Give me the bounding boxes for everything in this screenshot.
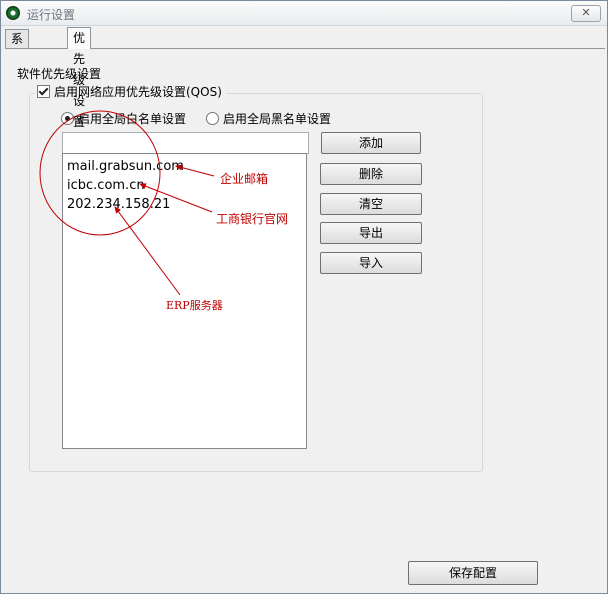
blacklist-radio-row[interactable]: 启用全局黑名单设置 (206, 110, 331, 127)
list-item[interactable]: mail.grabsun.com (67, 159, 184, 174)
annotation-mail: 企业邮箱 (220, 172, 269, 186)
whitelist-radio-label: 启用全局白名单设置 (78, 112, 187, 126)
tab-priority-settings[interactable]: 优先级设置 (67, 27, 92, 129)
export-button[interactable]: 导出 (320, 222, 422, 244)
settings-window: 运行设置 ✕ 系统设置 优先级设置 软件优先级设置 启用网络应用优先级设置(QO… (0, 0, 608, 594)
priority-settings-panel: 软件优先级设置 启用网络应用优先级设置(QOS) 启用全局白名单设置 启用全局黑… (5, 48, 605, 590)
section-label: 软件优先级设置 (17, 67, 102, 81)
add-button[interactable]: 添加 (321, 132, 421, 154)
tab-system-settings[interactable]: 系统设置 (5, 29, 30, 100)
qos-checkbox-row[interactable]: 启用网络应用优先级设置(QOS) (35, 83, 226, 100)
qos-checkbox[interactable] (37, 85, 50, 98)
list-item[interactable]: icbc.com.cn (67, 178, 145, 193)
annotation-bank: 工商银行官网 (216, 212, 289, 226)
entry-input[interactable] (62, 132, 309, 154)
save-config-button[interactable]: 保存配置 (408, 561, 538, 585)
delete-button[interactable]: 删除 (320, 163, 422, 185)
app-icon (6, 6, 20, 20)
blacklist-radio-label: 启用全局黑名单设置 (223, 112, 332, 126)
window-title: 运行设置 (27, 8, 76, 22)
close-button[interactable]: ✕ (571, 5, 601, 22)
import-button[interactable]: 导入 (320, 252, 422, 274)
list-item[interactable]: 202.234.158.21 (67, 197, 170, 212)
annotation-erp: ERP服务器 (166, 299, 223, 312)
clear-button[interactable]: 清空 (320, 193, 422, 215)
blacklist-radio[interactable] (206, 112, 219, 125)
title-bar: 运行设置 ✕ (1, 1, 607, 26)
